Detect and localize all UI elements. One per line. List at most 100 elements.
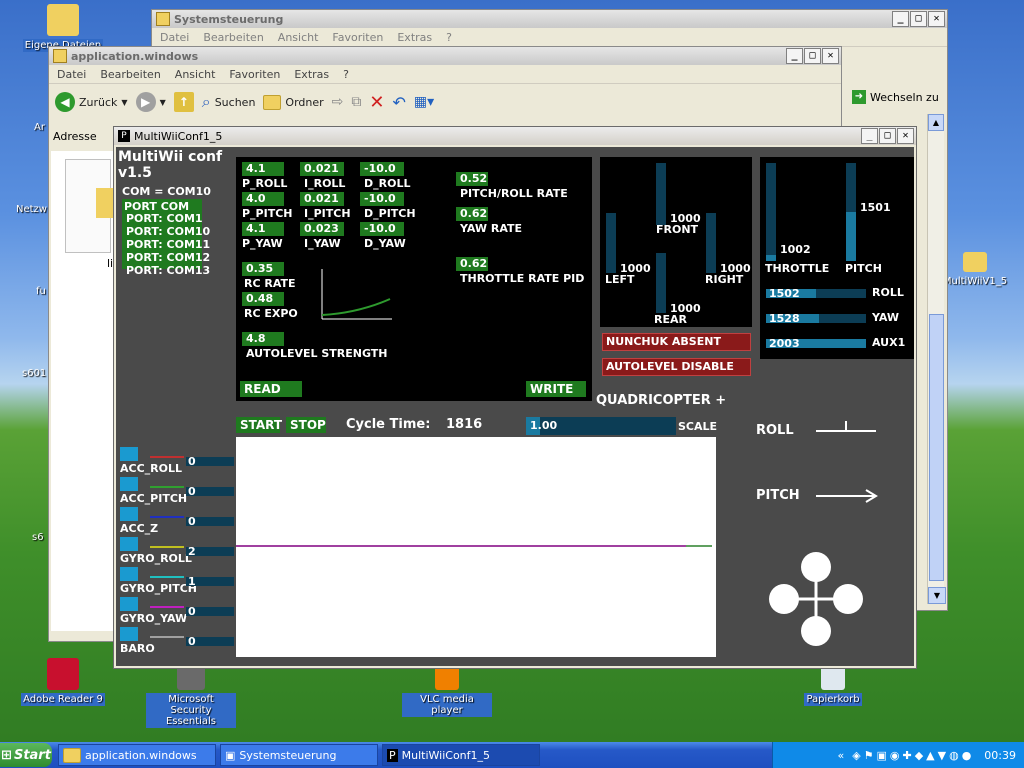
- close-button[interactable]: ✕: [928, 11, 945, 27]
- menu-ansicht[interactable]: Ansicht: [278, 31, 319, 44]
- d-roll-value[interactable]: -10.0: [360, 162, 404, 176]
- d-yaw-value[interactable]: -10.0: [360, 222, 404, 236]
- acc-roll-toggle[interactable]: [120, 447, 138, 461]
- app-icon: P: [387, 748, 398, 762]
- port-item[interactable]: PORT: COM13: [126, 264, 210, 277]
- menu-bearbeiten[interactable]: Bearbeiten: [100, 68, 160, 81]
- stop-button[interactable]: STOP: [286, 417, 326, 433]
- menu-favoriten[interactable]: Favoriten: [332, 31, 383, 44]
- taskbar-item-multiwii[interactable]: P MultiWiiConf1_5: [382, 744, 540, 766]
- forward-button[interactable]: ▶ ▼: [135, 92, 166, 112]
- search-button[interactable]: ⌕ Suchen: [202, 92, 256, 112]
- yaw-rate-value[interactable]: 0.62: [456, 207, 488, 221]
- go-button[interactable]: ➜ Wechseln zu: [852, 90, 939, 104]
- menu-favoriten[interactable]: Favoriten: [229, 68, 280, 81]
- baro-toggle[interactable]: [120, 627, 138, 641]
- scroll-thumb[interactable]: [929, 314, 944, 581]
- p-pitch-label: P_PITCH: [242, 207, 293, 220]
- folders-button[interactable]: Ordner: [263, 94, 324, 110]
- multiwii-window[interactable]: P MultiWiiConf1_5 _ □ ✕ MultiWii conf v1…: [113, 126, 917, 669]
- i-roll-value[interactable]: 0.021: [300, 162, 344, 176]
- desktop-edge-label: s6: [32, 532, 44, 543]
- window-titlebar[interactable]: P MultiWiiConf1_5 _ □ ✕: [114, 127, 916, 145]
- start-button[interactable]: ⊞ Start: [0, 743, 52, 767]
- scroll-down-arrow[interactable]: ▼: [928, 587, 946, 604]
- acc-roll-value: 0: [188, 455, 196, 468]
- throttle-pid-value[interactable]: 0.62: [456, 257, 488, 271]
- maximize-button[interactable]: □: [804, 48, 821, 64]
- minimize-button[interactable]: _: [861, 128, 878, 144]
- acc-z-toggle[interactable]: [120, 507, 138, 521]
- p-yaw-value[interactable]: 4.1: [242, 222, 284, 236]
- motor-left-label: LEFT: [605, 273, 635, 286]
- write-button[interactable]: WRITE: [526, 381, 586, 397]
- menu-bearbeiten[interactable]: Bearbeiten: [203, 31, 263, 44]
- i-pitch-value[interactable]: 0.021: [300, 192, 344, 206]
- copy-to-icon[interactable]: ⧉: [351, 94, 361, 110]
- quadcopter-icon: [769, 552, 863, 646]
- tray-expand-icon[interactable]: «: [837, 749, 844, 762]
- pitch-bar-fill: [846, 212, 856, 261]
- acc-pitch-toggle[interactable]: [120, 477, 138, 491]
- gyro-yaw-value: 0: [188, 605, 196, 618]
- desktop-icon-security-essentials[interactable]: Microsoft Security Essentials: [146, 666, 236, 728]
- desktop-icon-recycle-bin[interactable]: Papierkorb: [788, 666, 878, 706]
- port-item[interactable]: PORT: COM10: [126, 225, 210, 238]
- menu-extras[interactable]: Extras: [294, 68, 329, 81]
- start-button[interactable]: START: [236, 417, 282, 433]
- menu-help[interactable]: ?: [446, 31, 452, 44]
- dropdown-arrow-icon[interactable]: ▼: [160, 98, 166, 107]
- menu-extras[interactable]: Extras: [397, 31, 432, 44]
- d-pitch-value[interactable]: -10.0: [360, 192, 404, 206]
- rc-expo-value[interactable]: 0.48: [242, 292, 284, 306]
- gyro-roll-toggle[interactable]: [120, 537, 138, 551]
- close-button[interactable]: ✕: [897, 128, 914, 144]
- rc-rate-label: RC RATE: [244, 277, 296, 290]
- undo-icon[interactable]: ↶: [392, 93, 405, 112]
- maximize-button[interactable]: □: [910, 11, 927, 27]
- p-pitch-value[interactable]: 4.0: [242, 192, 284, 206]
- read-button[interactable]: READ: [240, 381, 302, 397]
- scrollbar[interactable]: ▲ ▼: [927, 114, 946, 604]
- delete-icon[interactable]: ✕: [369, 92, 384, 113]
- minimize-button[interactable]: _: [786, 48, 803, 64]
- menubar: Datei Bearbeiten Ansicht Favoriten Extra…: [49, 65, 841, 84]
- taskbar-item-explorer[interactable]: application.windows: [58, 744, 216, 766]
- window-titlebar[interactable]: application.windows _ □ ✕: [49, 47, 841, 65]
- minimize-button[interactable]: _: [892, 11, 909, 27]
- menu-datei[interactable]: Datei: [57, 68, 86, 81]
- autolevel-value[interactable]: 4.8: [242, 332, 284, 346]
- menu-ansicht[interactable]: Ansicht: [175, 68, 216, 81]
- desktop-icon-vlc[interactable]: VLC media player: [402, 666, 492, 717]
- scroll-up-arrow[interactable]: ▲: [928, 114, 944, 131]
- gyro-pitch-toggle[interactable]: [120, 567, 138, 581]
- menu-datei[interactable]: Datei: [160, 31, 189, 44]
- menu-help[interactable]: ?: [343, 68, 349, 81]
- window-titlebar[interactable]: Systemsteuerung _ □ ✕: [152, 10, 947, 28]
- move-to-icon[interactable]: ⇨: [332, 94, 344, 110]
- desktop-icon-adobe-reader[interactable]: Adobe Reader 9: [18, 658, 108, 706]
- port-item[interactable]: PORT: COM11: [126, 238, 210, 251]
- maximize-button[interactable]: □: [879, 128, 896, 144]
- views-icon[interactable]: ▦▾: [414, 94, 434, 110]
- port-item[interactable]: PORT: COM12: [126, 251, 210, 264]
- tray-icons[interactable]: ◈⚑▣◉✚◆▲▼◍●: [852, 749, 974, 762]
- taskbar-item-control-panel[interactable]: ▣ Systemsteuerung: [220, 744, 378, 766]
- scale-slider[interactable]: 1.00: [526, 417, 676, 435]
- pitch-roll-rate-value[interactable]: 0.52: [456, 172, 488, 186]
- desktop-icon-my-documents[interactable]: Eigene Dateien: [18, 4, 108, 52]
- up-folder-icon[interactable]: ↑: [173, 92, 194, 112]
- close-button[interactable]: ✕: [822, 48, 839, 64]
- i-yaw-value[interactable]: 0.023: [300, 222, 344, 236]
- back-button[interactable]: ◀ Zurück ▼: [55, 92, 128, 112]
- gyro-yaw-toggle[interactable]: [120, 597, 138, 611]
- p-roll-value[interactable]: 4.1: [242, 162, 284, 176]
- folder-icon: [47, 4, 79, 36]
- go-arrow-icon: ➜: [852, 90, 866, 104]
- port-item[interactable]: PORT: COM1: [126, 212, 203, 225]
- rc-rate-value[interactable]: 0.35: [242, 262, 284, 276]
- motor-rear-bar: [656, 253, 666, 313]
- dropdown-arrow-icon[interactable]: ▼: [121, 98, 127, 107]
- pitch-value: 1501: [860, 201, 891, 214]
- file-item[interactable]: [65, 159, 116, 253]
